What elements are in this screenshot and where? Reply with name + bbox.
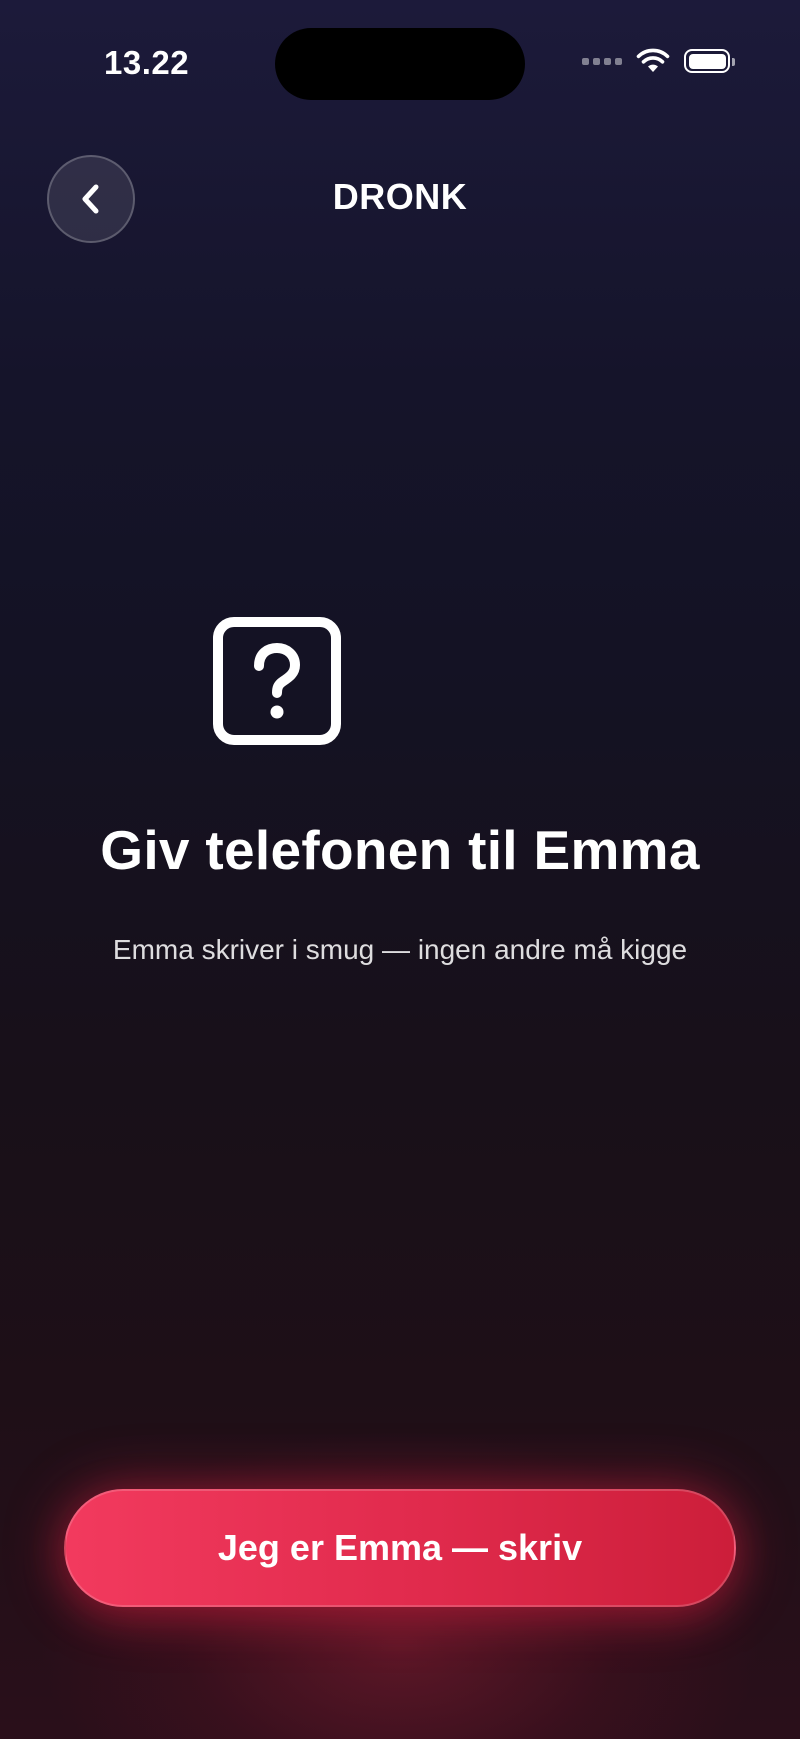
screen: 13.22 DRONK Giv telefonen til Emma Emma … — [0, 0, 800, 1739]
confirm-write-button[interactable]: Jeg er Emma — skriv — [64, 1489, 736, 1607]
question-square-icon — [213, 617, 341, 745]
status-icons — [582, 48, 735, 74]
battery-icon — [684, 49, 735, 73]
main-heading: Giv telefonen til Emma — [100, 819, 700, 881]
nav-title: DRONK — [332, 176, 468, 217]
wifi-icon — [636, 48, 670, 72]
sub-text: Emma skriver i smug — ingen andre må kig… — [112, 934, 688, 965]
background-glow — [0, 1219, 800, 1739]
dynamic-island — [275, 28, 525, 100]
status-time: 13.22 — [104, 44, 190, 81]
cellular-signal-icon — [582, 57, 622, 65]
